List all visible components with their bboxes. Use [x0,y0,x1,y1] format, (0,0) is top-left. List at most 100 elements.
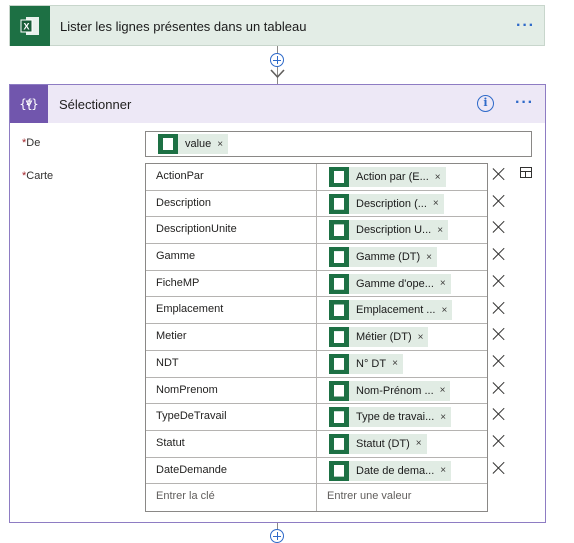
action-title: Lister les lignes présentes dans un tabl… [60,19,307,34]
dynamic-content-token[interactable]: N° DT × [329,353,403,374]
excel-icon [329,460,349,481]
new-key-input[interactable]: Entrer la clé [146,484,317,511]
dynamic-content-token[interactable]: value × [158,134,229,154]
remove-token-icon[interactable]: × [429,172,446,183]
map-value-input[interactable]: Statut (DT) × [317,431,487,457]
remove-token-icon[interactable]: × [427,198,444,209]
dynamic-content-token[interactable]: Type de travai... × [329,407,452,428]
delete-row-icon[interactable] [492,194,506,208]
remove-token-icon[interactable]: × [410,438,427,449]
more-options-icon[interactable]: ··· [515,94,534,112]
map-key-input[interactable]: ActionPar [146,164,317,190]
remove-token-icon[interactable]: × [412,332,429,343]
remove-token-icon[interactable]: × [434,412,451,423]
map-value-input[interactable]: Description U... × [317,217,487,243]
key-value-map: ActionPar Action par (E... × Description Des… [145,163,488,512]
remove-token-icon[interactable]: × [386,358,403,369]
map-value-input[interactable]: Nom-Prénom ... × [317,378,487,404]
map-key-input[interactable]: FicheMP [146,270,317,297]
dynamic-content-token[interactable]: Action par (E... × [329,167,446,187]
svg-text:X: X [23,22,29,32]
map-row: Statut Statut (DT) × [146,430,487,458]
remove-token-icon[interactable]: × [434,465,451,476]
delete-row-icon[interactable] [492,247,506,261]
remove-token-icon[interactable]: × [420,252,437,263]
remove-token-icon[interactable]: × [434,385,451,396]
remove-token-icon[interactable]: × [435,305,452,316]
excel-icon [329,380,349,401]
insert-step-plus-icon[interactable] [270,53,284,67]
svg-text:}: } [31,97,38,111]
map-key-input[interactable]: Metier [146,324,317,350]
delete-row-icon[interactable] [492,274,506,288]
map-key-input[interactable]: Statut [146,430,317,457]
map-value-input[interactable]: Emplacement ... × [317,297,487,323]
from-input[interactable]: value × [145,131,532,157]
map-row: NDT N° DT × [146,350,487,378]
map-key-input[interactable]: Gamme [146,244,317,270]
dynamic-content-token[interactable]: Date de dema... × [329,460,452,481]
map-key-input[interactable]: DateDemande [146,457,317,484]
dynamic-content-token[interactable]: Statut (DT) × [329,433,427,454]
token-label: N° DT [356,357,387,370]
token-label: Gamme (DT) [356,251,421,264]
map-key-input[interactable]: Emplacement [146,297,317,324]
map-label-text: Carte [26,170,54,182]
map-value-input[interactable]: Action par (E... × [317,164,487,190]
delete-row-icon[interactable] [492,434,506,448]
select-action-header[interactable]: { { } Sélectionner i ··· [10,85,545,123]
token-label: Description U... [356,224,432,237]
map-value-input[interactable]: Métier (DT) × [317,324,487,350]
dynamic-content-token[interactable]: Gamme d'ope... × [329,273,451,294]
map-key-input[interactable]: DescriptionUnite [146,217,317,244]
token-label: Description (... [356,197,427,210]
remove-token-icon[interactable]: × [211,139,228,150]
map-value-input[interactable]: Type de travai... × [317,404,487,430]
map-row: FicheMP Gamme d'ope... × [146,270,487,298]
delete-row-icon[interactable] [492,461,506,475]
info-icon[interactable]: i [477,95,494,112]
delete-row-icon[interactable] [492,301,506,315]
map-key-input[interactable]: NDT [146,350,317,377]
delete-row-icon[interactable] [492,407,506,421]
insert-step-plus-icon[interactable] [270,529,284,543]
token-label: Emplacement ... [356,304,436,317]
list-rows-action-card[interactable]: X Lister les lignes présentes dans un ta… [9,5,545,46]
token-label: Statut (DT) [356,437,410,450]
map-key-input[interactable]: TypeDeTravail [146,404,317,430]
map-label: *Carte [22,170,53,182]
excel-icon [329,193,349,214]
remove-token-icon[interactable]: × [434,278,451,289]
delete-row-icon[interactable] [492,327,506,341]
delete-row-icon[interactable] [492,220,506,234]
map-row: NomPrenom Nom-Prénom ... × [146,377,487,405]
delete-row-icon[interactable] [492,167,506,181]
map-value-input[interactable]: Date de dema... × [317,458,487,484]
token-label: Gamme d'ope... [356,277,434,290]
map-row-empty: Entrer la clé Entrer une valeur [146,484,487,511]
dynamic-content-token[interactable]: Description U... × [329,220,449,241]
dynamic-content-token[interactable]: Métier (DT) × [329,327,429,348]
map-value-input[interactable]: N° DT × [317,351,487,377]
delete-row-icon[interactable] [492,381,506,395]
more-options-icon[interactable]: ··· [516,17,535,35]
dynamic-content-token[interactable]: Description (... × [329,193,444,214]
dynamic-content-token[interactable]: Emplacement ... × [329,300,453,321]
dynamic-content-token[interactable]: Gamme (DT) × [329,247,438,268]
map-value-input[interactable]: Gamme d'ope... × [317,271,487,297]
switch-to-text-mode-icon[interactable] [520,167,532,178]
delete-row-icon[interactable] [492,354,506,368]
new-value-input[interactable]: Entrer une valeur [317,484,487,511]
map-key-input[interactable]: NomPrenom [146,377,317,404]
excel-icon [329,433,349,454]
map-value-input[interactable]: Gamme (DT) × [317,244,487,270]
dynamic-content-token[interactable]: Nom-Prénom ... × [329,380,451,401]
map-value-input[interactable]: Description (... × [317,191,487,217]
map-key-input[interactable]: Description [146,190,317,217]
excel-icon [329,220,349,241]
token-label: value [185,138,212,150]
map-row: DescriptionUnite Description U... × [146,217,487,245]
excel-icon [329,167,349,187]
remove-token-icon[interactable]: × [431,225,448,236]
map-row: Description Description (... × [146,190,487,218]
